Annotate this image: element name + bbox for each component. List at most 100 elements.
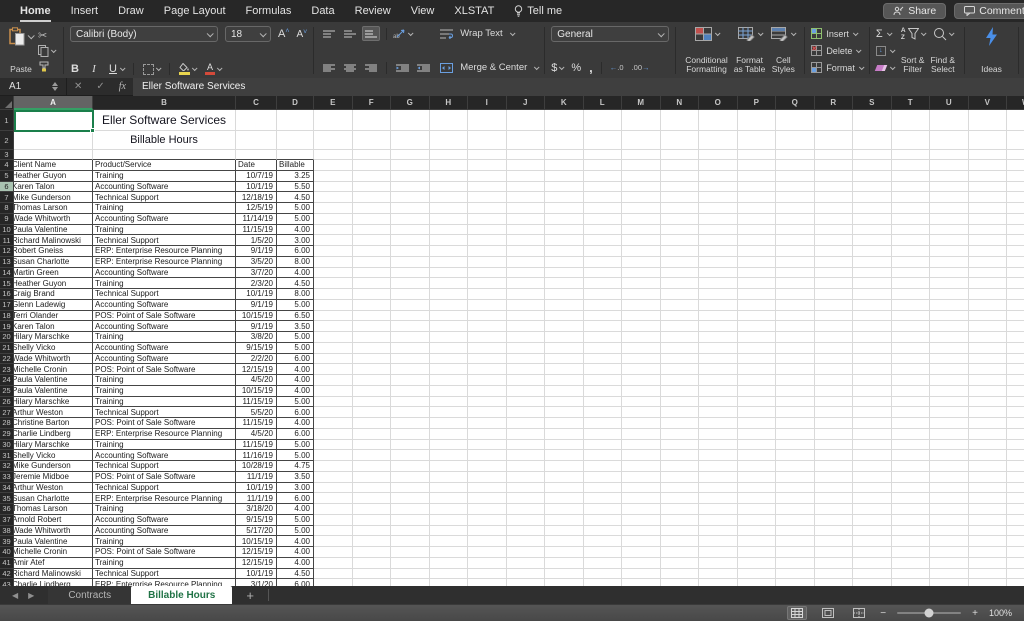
cell[interactable] [506,246,545,257]
cell[interactable] [814,160,853,171]
cell[interactable] [429,385,468,397]
cell[interactable]: 5/5/20 [236,407,277,418]
cell[interactable]: Richard Malinowski [14,568,93,580]
cell[interactable] [968,418,1007,429]
cell[interactable] [391,364,430,375]
cell[interactable] [891,235,930,246]
cell[interactable] [737,557,776,569]
cell[interactable] [506,192,545,203]
cell[interactable] [314,342,353,354]
cell[interactable] [468,235,507,246]
cell[interactable] [583,364,622,375]
cell[interactable] [314,568,353,580]
cell[interactable] [853,289,892,300]
cell[interactable] [968,385,1007,397]
row-header-16[interactable]: 16 [0,289,14,300]
cell[interactable] [583,278,622,289]
cell[interactable] [737,375,776,386]
cell[interactable] [545,150,584,160]
cell[interactable] [660,342,699,354]
cell[interactable] [352,278,391,289]
cell[interactable] [814,213,853,225]
cell[interactable] [968,568,1007,580]
cell[interactable] [660,461,699,472]
cell[interactable] [891,278,930,289]
cell[interactable] [814,131,853,150]
cell[interactable] [583,514,622,526]
cell[interactable]: 10/7/19 [236,170,277,182]
cell[interactable] [699,557,738,569]
cell[interactable] [930,267,969,279]
cell[interactable] [814,235,853,246]
cell[interactable] [506,568,545,580]
cell[interactable] [429,493,468,504]
row-header-2[interactable]: 2 [0,131,14,150]
comments-button[interactable]: Comments [954,3,1024,19]
cell[interactable] [429,246,468,257]
cell[interactable] [429,342,468,354]
cell[interactable]: Glenn Ladewig [14,299,93,311]
cell[interactable] [891,504,930,515]
cell[interactable] [622,471,661,483]
cell[interactable]: 5.00 [277,396,314,408]
cell[interactable] [622,342,661,354]
cell[interactable]: 4/5/20 [236,375,277,386]
cell[interactable] [1007,526,1024,537]
cell[interactable]: 3.25 [277,170,314,182]
cell[interactable]: 6.00 [277,407,314,418]
cell[interactable] [429,396,468,408]
cell[interactable] [1007,461,1024,472]
cell[interactable] [352,321,391,332]
cell[interactable] [737,321,776,332]
cell[interactable] [891,364,930,375]
cell[interactable] [622,110,661,131]
cell[interactable] [814,332,853,343]
cell[interactable] [352,299,391,311]
cell[interactable] [506,514,545,526]
cell[interactable] [891,213,930,225]
cell[interactable] [968,267,1007,279]
cell[interactable] [776,407,815,418]
cell[interactable] [468,310,507,322]
cell[interactable] [429,235,468,246]
cell[interactable] [737,235,776,246]
cell[interactable] [391,321,430,332]
cell[interactable] [391,450,430,461]
cell[interactable] [699,428,738,440]
cell[interactable] [622,375,661,386]
cell[interactable] [545,181,584,193]
cell[interactable] [314,110,353,131]
cell[interactable] [737,514,776,526]
cell[interactable] [583,256,622,268]
column-header-M[interactable]: M [622,96,661,110]
cell[interactable] [468,267,507,279]
cell[interactable] [814,267,853,279]
cell[interactable] [583,536,622,547]
cell[interactable]: 5.00 [277,213,314,225]
cell[interactable]: 9/15/19 [236,514,277,526]
cell[interactable] [737,267,776,279]
cell[interactable] [545,471,584,483]
cell[interactable] [1007,150,1024,160]
cell[interactable] [814,321,853,332]
cell[interactable] [737,461,776,472]
cell[interactable] [622,278,661,289]
cell[interactable] [776,192,815,203]
cell[interactable] [968,203,1007,214]
cell[interactable] [429,514,468,526]
fill-button[interactable]: ↓ [875,43,896,58]
delete-cells-button[interactable]: Delete [811,43,863,58]
cell[interactable] [930,332,969,343]
cell[interactable]: 6.00 [277,428,314,440]
row-header-23[interactable]: 23 [0,364,14,375]
cell[interactable] [583,504,622,515]
cell[interactable] [930,375,969,386]
cell[interactable] [468,321,507,332]
cell[interactable] [776,439,815,451]
cell[interactable] [699,278,738,289]
cell[interactable] [314,332,353,343]
cell[interactable] [583,471,622,483]
cell[interactable] [622,461,661,472]
cell[interactable] [391,461,430,472]
cell[interactable] [814,224,853,236]
